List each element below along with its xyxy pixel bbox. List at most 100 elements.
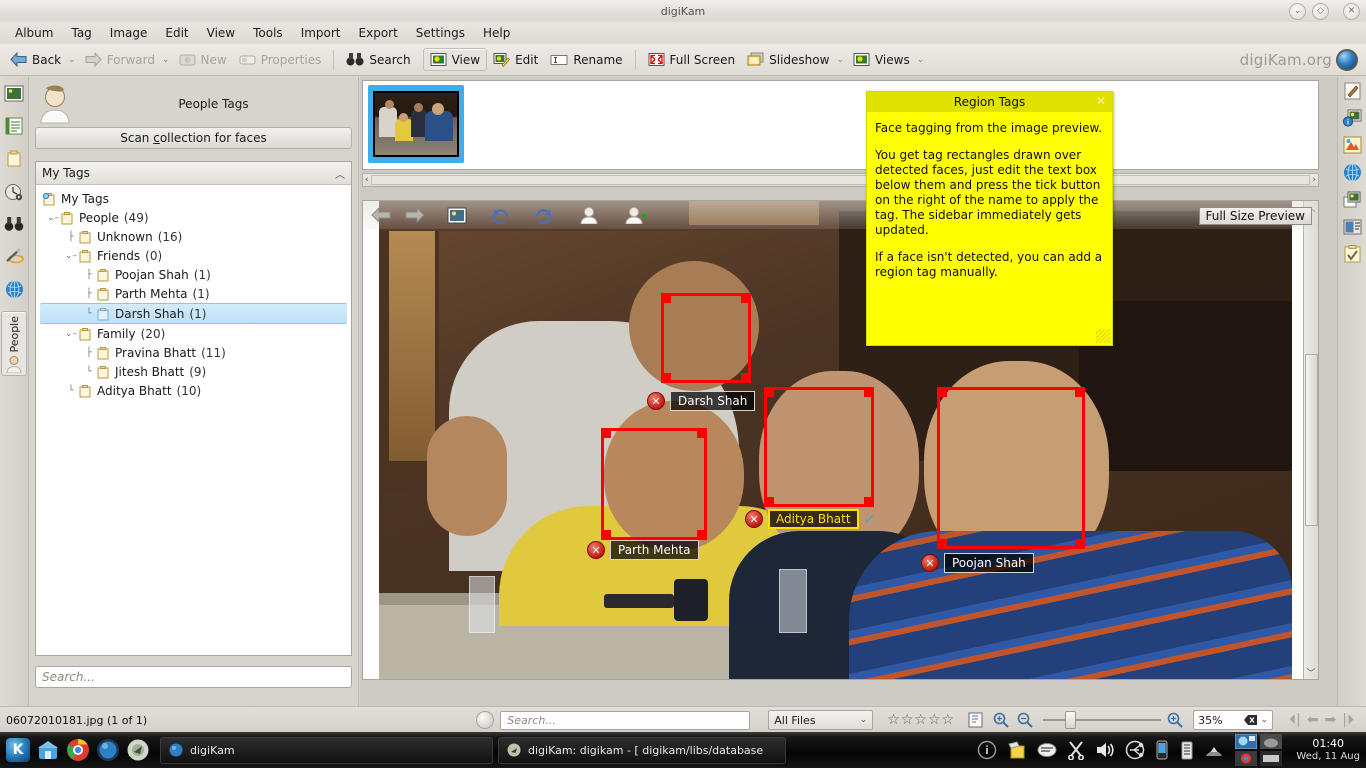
file-filter-dropdown[interactable]: All Files ⌄ bbox=[768, 710, 874, 730]
rotate-left-icon[interactable] bbox=[491, 207, 510, 224]
zoom-slider-handle[interactable] bbox=[1065, 711, 1077, 729]
edit-button[interactable]: Edit bbox=[487, 49, 544, 70]
globe-icon[interactable] bbox=[96, 738, 120, 762]
volume-icon[interactable] bbox=[1095, 741, 1115, 759]
menu-view[interactable]: View bbox=[198, 24, 244, 42]
desktop-1-icon[interactable] bbox=[1235, 734, 1258, 749]
search-input[interactable]: Search... bbox=[500, 710, 751, 730]
star-5-icon[interactable]: ☆ bbox=[942, 712, 955, 728]
face-name-text[interactable]: Darsh Shah bbox=[670, 391, 756, 411]
star-3-icon[interactable]: ☆ bbox=[914, 712, 927, 728]
rotate-right-icon[interactable] bbox=[534, 207, 553, 224]
views-dropdown-icon[interactable]: ⌄ bbox=[917, 55, 925, 65]
tree-item-people[interactable]: ⌄– People (49) bbox=[40, 208, 351, 227]
home-folder-icon[interactable] bbox=[36, 738, 60, 762]
scan-collection-button[interactable]: Scan collection for faces bbox=[35, 127, 352, 149]
star-4-icon[interactable]: ☆ bbox=[928, 712, 941, 728]
face-rect-aditya-bhatt[interactable] bbox=[764, 387, 874, 507]
remove-face-icon[interactable]: ✕ bbox=[587, 541, 605, 559]
menu-help[interactable]: Help bbox=[474, 24, 519, 42]
news-icon[interactable] bbox=[1037, 740, 1057, 760]
back-dropdown-icon[interactable]: ⌄ bbox=[68, 55, 76, 65]
taskbar-task-konsole[interactable]: digiKam: digikam - [ digikam/libs/databa… bbox=[498, 736, 786, 764]
sidebar-item-metadata[interactable]: i bbox=[1342, 109, 1362, 127]
rename-button[interactable]: Rename bbox=[544, 50, 628, 70]
preview-photo[interactable]: ✕ Darsh Shah ✕ Parth Mehta ✕ Aditya Bhat… bbox=[379, 201, 1292, 679]
region-tags-note[interactable]: Region Tags ✕ Face tagging from the imag… bbox=[866, 91, 1113, 346]
image-preview[interactable]: ✕ Darsh Shah ✕ Parth Mehta ✕ Aditya Bhat… bbox=[362, 200, 1319, 680]
tree-item-friends[interactable]: ⌄– Friends (0) bbox=[40, 246, 351, 265]
slideshow-dropdown-icon[interactable]: ⌄ bbox=[836, 55, 844, 65]
sidebar-item-properties[interactable] bbox=[1343, 82, 1362, 100]
scroll-thumb[interactable] bbox=[1304, 354, 1318, 526]
back-button[interactable]: Back bbox=[4, 49, 67, 70]
clear-zoom-icon[interactable] bbox=[1243, 714, 1258, 726]
face-rect-darsh-shah[interactable] bbox=[661, 293, 751, 383]
tree-item-aditya-bhatt[interactable]: └ Aditya Bhatt (10) bbox=[40, 381, 351, 400]
face-rect-parth-mehta[interactable] bbox=[601, 428, 707, 540]
preview-scrollbar[interactable]: ︿ ﹀ bbox=[1303, 201, 1318, 679]
expander-icon[interactable]: ⌄– bbox=[64, 329, 78, 339]
arrow-up-icon[interactable] bbox=[1205, 743, 1223, 757]
zoom-in-max-icon[interactable] bbox=[1167, 712, 1183, 728]
face-icon[interactable] bbox=[579, 206, 599, 224]
menu-tag[interactable]: Tag bbox=[62, 24, 100, 42]
previous-image-icon[interactable]: ⬅ bbox=[1307, 712, 1319, 728]
prev-arrow-icon[interactable] bbox=[371, 207, 391, 223]
sidebar-item-searches[interactable] bbox=[1, 213, 27, 235]
zoom-level-combo[interactable]: 35% ⌄ bbox=[1193, 710, 1274, 730]
chevron-down-icon[interactable]: ⌄ bbox=[1261, 715, 1269, 725]
thumbnail-scrollbar[interactable]: ‹ › bbox=[362, 173, 1319, 187]
desktop-3-icon[interactable] bbox=[1235, 751, 1258, 766]
menu-export[interactable]: Export bbox=[350, 24, 407, 42]
next-image-icon[interactable]: ➡ bbox=[1325, 712, 1337, 728]
sidebar-item-captions[interactable] bbox=[1343, 218, 1362, 236]
tree-item-my-tags[interactable]: My Tags bbox=[40, 189, 351, 208]
tree-item-jitesh-bhatt[interactable]: └ Jitesh Bhatt (9) bbox=[40, 362, 351, 381]
sidebar-item-geolocation[interactable] bbox=[1343, 163, 1362, 182]
scroll-right-icon[interactable]: › bbox=[1312, 175, 1316, 185]
sidebar-item-people[interactable]: People bbox=[1, 311, 27, 376]
forward-button[interactable]: Forward bbox=[79, 49, 161, 70]
menu-settings[interactable]: Settings bbox=[407, 24, 474, 42]
expander-icon[interactable]: ⌄– bbox=[64, 251, 78, 261]
zoom-out-icon[interactable] bbox=[1017, 712, 1033, 728]
expander-icon[interactable]: ⌄– bbox=[46, 213, 60, 223]
settings-icon[interactable] bbox=[126, 738, 150, 762]
face-label-parth-mehta[interactable]: ✕ Parth Mehta bbox=[587, 540, 699, 560]
face-name-text[interactable]: Poojan Shah bbox=[944, 553, 1034, 573]
tree-item-family[interactable]: ⌄– Family (20) bbox=[40, 324, 351, 343]
chrome-icon[interactable] bbox=[66, 738, 90, 762]
first-image-icon[interactable]: ⏴| bbox=[1289, 712, 1301, 728]
clock[interactable]: 01:40 Wed, 11 Aug bbox=[1292, 737, 1360, 763]
thumbnail-item-selected[interactable] bbox=[368, 85, 464, 163]
remove-face-icon[interactable]: ✕ bbox=[647, 392, 665, 410]
taskbar-task-digikam[interactable]: digiKam bbox=[160, 736, 493, 764]
view-button[interactable]: View bbox=[422, 48, 488, 71]
menu-edit[interactable]: Edit bbox=[156, 24, 197, 42]
views-button[interactable]: Views bbox=[847, 49, 916, 70]
face-name-input[interactable]: Aditya Bhatt bbox=[768, 509, 859, 529]
desktop-4-icon[interactable] bbox=[1260, 751, 1283, 766]
face-label-poojan-shah[interactable]: ✕ Poojan Shah bbox=[921, 553, 1034, 573]
apply-tag-tick-icon[interactable]: ✓ bbox=[864, 510, 877, 528]
thumbnail-bar[interactable] bbox=[362, 80, 1319, 170]
tag-tree[interactable]: My Tags ⌄– People (49) ├ Unknown (16) ⌄– bbox=[36, 185, 351, 655]
sidebar-item-fuzzy-search[interactable] bbox=[1, 244, 27, 268]
tree-item-darsh-shah[interactable]: └ Darsh Shah (1) bbox=[40, 303, 347, 324]
scroll-left-icon[interactable]: ‹ bbox=[365, 175, 369, 185]
face-name-text[interactable]: Parth Mehta bbox=[610, 540, 699, 560]
zoom-in-icon[interactable] bbox=[993, 712, 1009, 728]
scissors-icon[interactable] bbox=[1067, 740, 1085, 760]
sidebar-item-versions[interactable] bbox=[1343, 191, 1362, 209]
face-label-aditya-bhatt[interactable]: ✕ Aditya Bhatt ✓ bbox=[745, 509, 876, 529]
scroll-track[interactable] bbox=[370, 175, 1311, 185]
next-arrow-icon[interactable] bbox=[405, 207, 425, 223]
sidebar-item-map-search[interactable] bbox=[1, 277, 27, 302]
scroll-down-icon[interactable]: ﹀ bbox=[1306, 666, 1315, 679]
star-1-icon[interactable]: ☆ bbox=[887, 712, 900, 728]
star-2-icon[interactable]: ☆ bbox=[901, 712, 914, 728]
tree-item-poojan-shah[interactable]: ├ Poojan Shah (1) bbox=[40, 265, 351, 284]
note-resize-grip[interactable] bbox=[1096, 329, 1110, 343]
forward-dropdown-icon[interactable]: ⌄ bbox=[162, 55, 170, 65]
